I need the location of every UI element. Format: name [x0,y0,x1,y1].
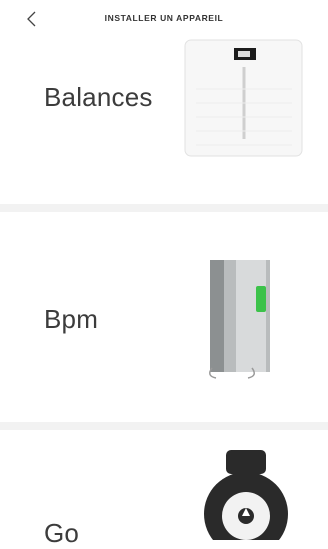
page-title: INSTALLER UN APPAREIL [104,13,224,23]
blood-pressure-monitor-icon [206,256,278,385]
device-label: Go [44,518,80,548]
section-divider [0,422,328,430]
section-divider [0,204,328,212]
top-bar: INSTALLER UN APPAREIL [0,0,328,38]
device-row-balances[interactable]: Balances [0,38,328,204]
smart-scale-icon [184,39,304,162]
device-label: Balances [44,82,153,112]
device-label: Bpm [44,304,99,334]
device-row-bpm[interactable]: Bpm [0,212,328,422]
activity-tracker-icon [201,450,291,549]
device-row-go[interactable]: Go [0,430,328,549]
